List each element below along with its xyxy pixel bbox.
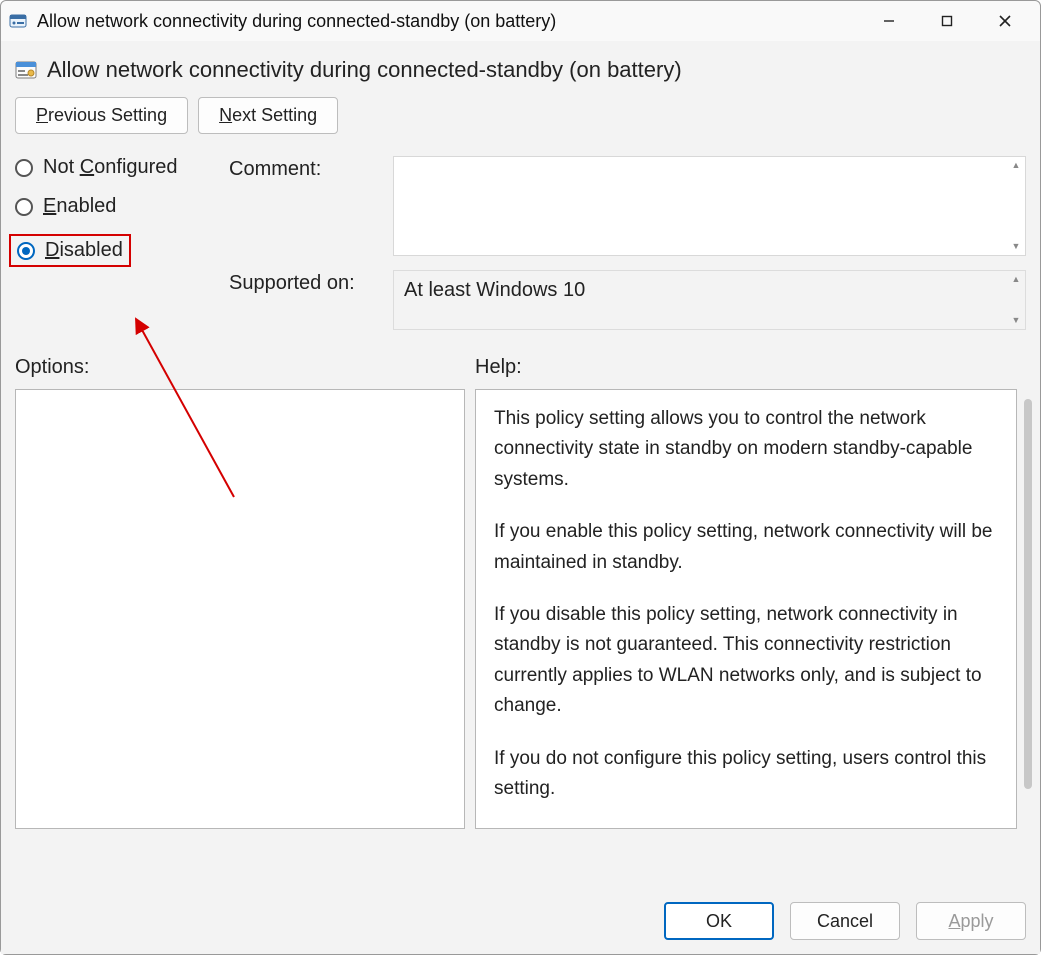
apply-button[interactable]: Apply xyxy=(916,902,1026,940)
options-help-panes: This policy setting allows you to contro… xyxy=(15,389,1026,884)
window-title: Allow network connectivity during connec… xyxy=(37,11,860,32)
supported-scroll-arrows[interactable]: ▲ ▼ xyxy=(1009,275,1023,325)
policy-header-title: Allow network connectivity during connec… xyxy=(47,57,682,83)
policy-editor-window: Allow network connectivity during connec… xyxy=(0,0,1041,955)
options-pane xyxy=(15,389,465,829)
settings-area: Not Configured Enabled Disabled Comment: xyxy=(15,156,1026,330)
radio-not-configured[interactable]: Not Configured xyxy=(15,156,215,179)
scrollbar-thumb[interactable] xyxy=(1024,399,1032,789)
supported-on-value: At least Windows 10 xyxy=(404,279,585,301)
options-help-labels: Options: Help: xyxy=(15,356,1026,379)
fields-column: Comment: ▲ ▼ Supported on: At least Wind… xyxy=(229,156,1026,330)
cancel-button[interactable]: Cancel xyxy=(790,902,900,940)
nav-row: Previous Setting Next Setting xyxy=(15,97,1026,134)
ok-button[interactable]: OK xyxy=(664,902,774,940)
comment-textarea[interactable]: ▲ ▼ xyxy=(393,156,1026,256)
help-paragraph: If you disable this policy setting, netw… xyxy=(494,600,998,722)
comment-scroll-arrows[interactable]: ▲ ▼ xyxy=(1009,161,1023,251)
radio-label-not-configured: Not Configured xyxy=(43,156,178,179)
arrow-down-icon: ▼ xyxy=(1012,316,1021,325)
radio-icon xyxy=(15,159,33,177)
comment-label: Comment: xyxy=(229,156,379,181)
options-label: Options: xyxy=(15,356,475,379)
apply-label-rest: pply xyxy=(960,911,993,931)
help-label: Help: xyxy=(475,356,522,379)
arrow-up-icon: ▲ xyxy=(1012,275,1021,284)
help-scrollbar[interactable] xyxy=(1023,389,1026,829)
radio-label-disabled: Disabled xyxy=(45,239,123,262)
radio-label-enabled: Enabled xyxy=(43,195,116,218)
content-area: Allow network connectivity during connec… xyxy=(1,41,1040,954)
policy-header-icon xyxy=(15,59,37,81)
help-paragraph: If you do not configure this policy sett… xyxy=(494,744,998,805)
prev-label-rest: revious Setting xyxy=(48,105,167,125)
arrow-up-icon: ▲ xyxy=(1012,161,1021,170)
radio-icon-checked xyxy=(17,242,35,260)
dialog-footer: OK Cancel Apply xyxy=(15,884,1026,940)
close-button[interactable] xyxy=(976,2,1034,40)
titlebar: Allow network connectivity during connec… xyxy=(1,1,1040,41)
help-paragraph: This policy setting allows you to contro… xyxy=(494,404,998,495)
help-paragraph: If you enable this policy setting, netwo… xyxy=(494,517,998,578)
previous-setting-button[interactable]: Previous Setting xyxy=(15,97,188,134)
annotation-highlight-box: Disabled xyxy=(9,234,131,267)
supported-on-label: Supported on: xyxy=(229,270,379,295)
supported-on-field: At least Windows 10 ▲ ▼ xyxy=(393,270,1026,330)
next-label-rest: ext Setting xyxy=(232,105,317,125)
arrow-down-icon: ▼ xyxy=(1012,242,1021,251)
radio-enabled[interactable]: Enabled xyxy=(15,195,215,218)
policy-icon xyxy=(9,12,27,30)
radio-icon xyxy=(15,198,33,216)
state-radio-group: Not Configured Enabled Disabled xyxy=(15,156,215,330)
help-pane: This policy setting allows you to contro… xyxy=(475,389,1017,829)
next-setting-button[interactable]: Next Setting xyxy=(198,97,338,134)
minimize-button[interactable] xyxy=(860,2,918,40)
radio-disabled[interactable]: Disabled xyxy=(17,239,123,262)
header-row: Allow network connectivity during connec… xyxy=(15,57,1026,83)
maximize-button[interactable] xyxy=(918,2,976,40)
